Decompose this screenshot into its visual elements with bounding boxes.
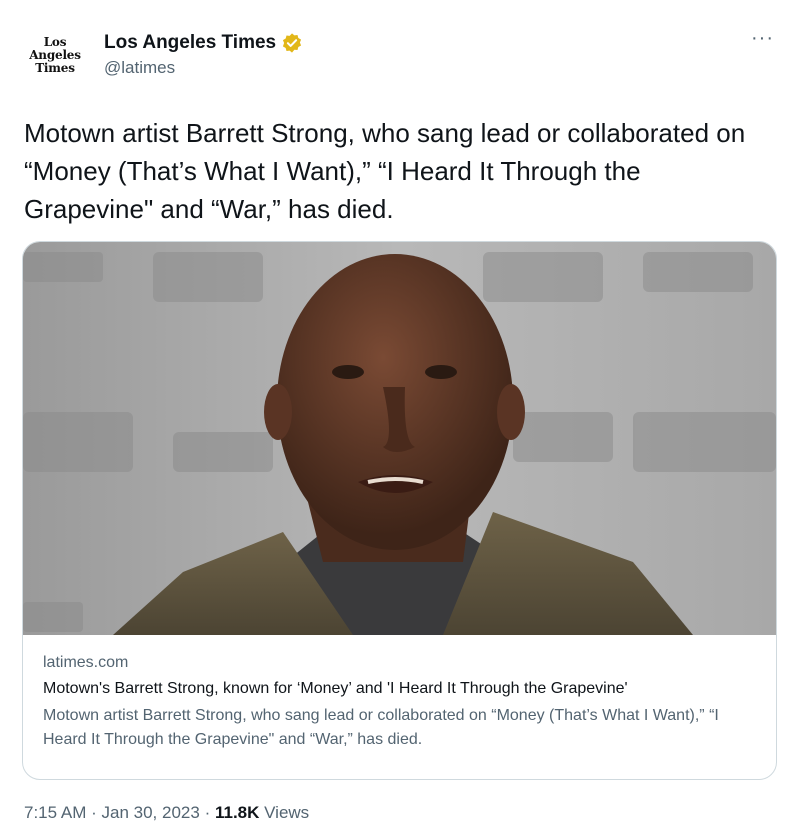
meta-separator: ·	[204, 803, 211, 822]
author-block: Los Angeles Times @latimes	[104, 30, 303, 78]
account-avatar[interactable]: Los Angeles Times	[24, 24, 86, 86]
card-description: Motown artist Barrett Strong, who sang l…	[43, 707, 719, 748]
tweet-meta: 7:15 AM · Jan 30, 2023 · 11.8K Views	[24, 803, 309, 823]
account-handle[interactable]: @latimes	[104, 58, 303, 78]
link-card[interactable]: latimes.com Motown's Barrett Strong, kno…	[22, 241, 777, 780]
card-info: latimes.com Motown's Barrett Strong, kno…	[43, 651, 758, 752]
article-photo[interactable]	[23, 242, 776, 635]
card-title[interactable]: Motown's Barrett Strong, known for ‘Mone…	[43, 677, 758, 701]
views-count: 11.8K	[214, 803, 260, 822]
tweet-date[interactable]: Jan 30, 2023	[102, 803, 200, 822]
tweet-time[interactable]: 7:15 AM	[24, 803, 86, 822]
tweet-text: Motown artist Barrett Strong, who sang l…	[24, 118, 746, 224]
more-options-icon[interactable]: ···	[751, 28, 774, 48]
card-domain: latimes.com	[43, 654, 129, 671]
verified-badge-icon	[283, 33, 302, 53]
account-name[interactable]: Los Angeles Times	[104, 32, 276, 54]
views-label: Views	[264, 803, 310, 822]
name-row: Los Angeles Times	[104, 30, 303, 56]
avatar-line: Angeles	[29, 47, 81, 62]
avatar-line: Times	[35, 60, 75, 75]
tweet: Los Angeles Times Los Angeles Times @lat…	[0, 0, 800, 837]
avatar-line: Los	[43, 34, 67, 49]
meta-separator: ·	[91, 803, 97, 822]
